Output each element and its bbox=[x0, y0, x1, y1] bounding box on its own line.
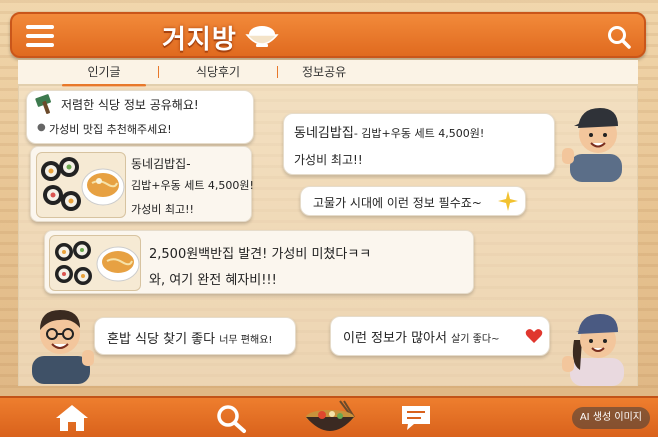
food-image bbox=[49, 235, 141, 291]
post-title: 동네김밥집- 김밥+우동 세트 4,500원! bbox=[294, 122, 484, 141]
card-title: 2,500원백반집 발견! 가성비 미쳤다ㅋㅋ bbox=[149, 247, 372, 262]
comment-main: 이런 정보가 많아서 bbox=[343, 331, 447, 346]
post-subtitle: 가성비 맛집 추천해주세요! bbox=[49, 123, 172, 136]
bullet-dot: ● bbox=[37, 122, 46, 133]
comment-text: 이런 정보가 많아서 살기 좋다~ bbox=[343, 327, 499, 346]
avatar bbox=[562, 314, 624, 386]
heart-icon bbox=[525, 329, 543, 343]
post-comment: 가성비 최고!! bbox=[294, 153, 363, 167]
card-comment: 와, 여기 완전 혜자비!!! bbox=[149, 273, 277, 288]
post-title-rest: - 김밥+우동 세트 4,500원! bbox=[353, 127, 485, 140]
avatar bbox=[32, 310, 94, 384]
post-bubble[interactable]: 저렴한 식당 정보 공유해요! ● 가성비 맛집 추천해주세요! bbox=[26, 90, 254, 144]
search-icon[interactable] bbox=[214, 402, 248, 434]
tab-restaurant-reviews[interactable]: 식당후기 bbox=[163, 59, 273, 85]
comment-small: 살기 좋다~ bbox=[451, 334, 500, 345]
post-bubble[interactable]: 동네김밥집- 김밥+우동 세트 4,500원! 가성비 최고!! bbox=[283, 113, 555, 175]
tab-divider bbox=[158, 66, 159, 78]
sparkle-icon bbox=[498, 191, 518, 211]
app-header: 거지방 bbox=[10, 12, 646, 58]
tab-divider bbox=[277, 66, 278, 78]
tab-info-sharing[interactable]: 정보공유 bbox=[282, 59, 366, 85]
comment-main: 혼밥 식당 찾기 좋다 bbox=[107, 332, 216, 347]
reply-text: 고물가 시대에 이런 정보 필수죠~ bbox=[313, 196, 482, 210]
tab-popular[interactable]: 인기글 bbox=[54, 59, 154, 87]
post-title: 저렴한 식당 정보 공유해요! bbox=[61, 98, 199, 112]
avatar bbox=[562, 108, 622, 182]
card-detail: 김밥+우동 세트 4,500원! bbox=[131, 179, 254, 192]
chat-icon[interactable] bbox=[398, 402, 434, 434]
home-icon[interactable] bbox=[52, 402, 92, 434]
food-bowl-icon[interactable] bbox=[300, 399, 360, 437]
post-title-main: 동네김밥집 bbox=[294, 126, 354, 141]
comment-text: 혼밥 식당 찾기 좋다 너무 편해요! bbox=[107, 328, 272, 347]
post-card[interactable]: 2,500원백반집 발견! 가성비 미쳤다ㅋㅋ 와, 여기 완전 혜자비!!! bbox=[44, 230, 474, 294]
bottom-nav: AI 생성 이미지 bbox=[0, 396, 658, 437]
card-comment: 가성비 최고!! bbox=[131, 203, 194, 216]
card-title: 동네김밥집- bbox=[131, 157, 191, 171]
hammer-icon bbox=[35, 94, 52, 114]
ai-generated-badge: AI 생성 이미지 bbox=[571, 407, 650, 429]
hamburger-menu-icon[interactable] bbox=[26, 25, 54, 47]
search-icon[interactable] bbox=[606, 24, 632, 50]
reply-bubble[interactable]: 고물가 시대에 이런 정보 필수죠~ bbox=[300, 186, 526, 216]
comment-bubble[interactable]: 혼밥 식당 찾기 좋다 너무 편해요! bbox=[94, 317, 296, 355]
app-title: 거지방 bbox=[162, 25, 237, 55]
food-image bbox=[36, 152, 126, 218]
comment-bubble[interactable]: 이런 정보가 많아서 살기 좋다~ bbox=[330, 316, 550, 356]
rice-bowl-icon bbox=[245, 26, 279, 47]
comment-small: 너무 편해요! bbox=[219, 335, 273, 346]
tab-bar: 인기글 식당후기 정보공유 bbox=[18, 59, 638, 87]
post-card[interactable]: 동네김밥집- 김밥+우동 세트 4,500원! 가성비 최고!! bbox=[30, 146, 254, 222]
